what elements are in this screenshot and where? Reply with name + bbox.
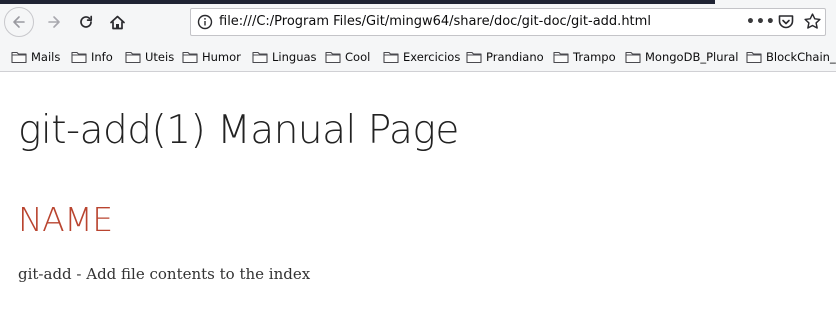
page-content: git-add(1) Manual Page NAME git-add - Ad… — [0, 72, 836, 312]
folder-icon — [625, 51, 641, 64]
reload-icon — [80, 15, 93, 28]
bookmark-folder-info[interactable]: Info — [71, 49, 113, 65]
bookmark-folder-prandiano[interactable]: Prandiano — [466, 49, 544, 65]
folder-icon — [11, 51, 27, 64]
folder-icon — [182, 51, 198, 64]
forward-button[interactable] — [38, 6, 70, 38]
bookmarks-toolbar: Mails Info Uteis Humor Linguas Cool Exer… — [0, 41, 836, 72]
forward-arrow-icon — [48, 16, 60, 28]
bookmark-folder-mongodb-plural[interactable]: MongoDB_Plural — [625, 49, 738, 65]
back-button[interactable] — [4, 7, 34, 37]
folder-icon — [466, 51, 482, 64]
navigation-toolbar: file:///C:/Program Files/Git/mingw64/sha… — [0, 4, 836, 41]
folder-icon — [71, 51, 87, 64]
bookmark-label: Mails — [31, 50, 61, 64]
star-icon[interactable] — [803, 12, 822, 31]
bookmark-folder-cool[interactable]: Cool — [325, 49, 370, 65]
bookmark-folder-exercicios[interactable]: Exercicios — [383, 49, 460, 65]
bookmark-folder-mails[interactable]: Mails — [11, 49, 60, 65]
bookmark-folder-humor[interactable]: Humor — [182, 49, 241, 65]
info-icon[interactable] — [197, 14, 213, 30]
bookmark-label: Linguas — [272, 50, 317, 64]
folder-icon — [553, 51, 569, 64]
page-title: git-add(1) Manual Page — [18, 108, 459, 153]
url-text[interactable]: file:///C:/Program Files/Git/mingw64/sha… — [219, 14, 651, 29]
folder-icon — [252, 51, 268, 64]
folder-icon — [325, 51, 341, 64]
bookmark-label: Info — [91, 50, 113, 64]
bookmark-label: MongoDB_Plural — [645, 50, 739, 64]
bookmark-label: BlockChain_P — [766, 50, 836, 64]
folder-icon — [746, 51, 762, 64]
pocket-icon[interactable] — [777, 13, 795, 31]
bookmark-label: Cool — [345, 50, 371, 64]
bookmark-label: Uteis — [145, 50, 175, 64]
bookmark-folder-uteis[interactable]: Uteis — [125, 49, 174, 65]
address-bar[interactable]: file:///C:/Program Files/Git/mingw64/sha… — [190, 8, 826, 36]
reload-button[interactable] — [70, 6, 102, 38]
bookmark-label: Trampo — [573, 50, 616, 64]
bookmark-label: Prandiano — [486, 50, 544, 64]
home-icon — [109, 15, 125, 29]
bookmark-folder-linguas[interactable]: Linguas — [252, 49, 317, 65]
folder-icon — [125, 51, 141, 64]
folder-icon — [383, 51, 399, 64]
bookmark-folder-trampo[interactable]: Trampo — [553, 49, 616, 65]
bookmark-label: Exercicios — [403, 50, 461, 64]
name-description: git-add - Add file contents to the index — [18, 265, 311, 283]
section-heading-name: NAME — [18, 200, 113, 239]
bookmark-folder-blockchain[interactable]: BlockChain_P — [746, 49, 836, 65]
back-arrow-icon — [13, 16, 25, 28]
page-actions-menu-icon[interactable]: ••• — [746, 13, 775, 31]
bookmark-label: Humor — [202, 50, 241, 64]
home-button[interactable] — [101, 6, 133, 38]
